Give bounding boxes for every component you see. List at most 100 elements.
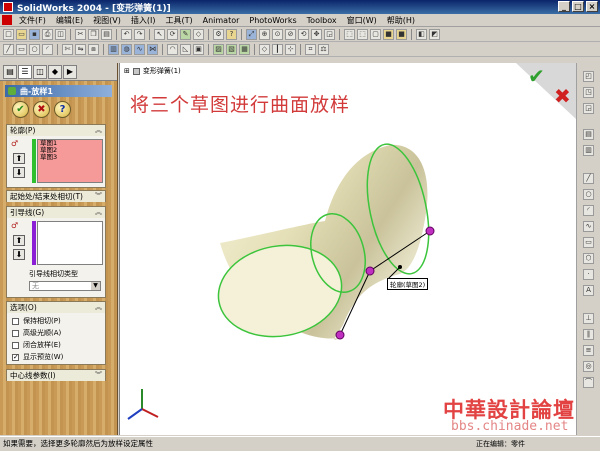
centerline-group[interactable]: 中心线参数(I) ︾ [6,369,106,381]
help-icon[interactable]: ? [226,28,237,40]
print-icon[interactable]: ⎙ [42,28,53,40]
sketch-tool-icon[interactable]: · [583,269,594,280]
chevron-up-icon[interactable]: ︽ [95,207,102,218]
cut-icon[interactable]: ✂ [75,28,86,40]
open-icon[interactable]: ▭ [16,28,27,40]
move-up-button[interactable]: ⬆ [13,153,25,164]
copy-icon[interactable]: ❐ [88,28,99,40]
paste-icon[interactable]: ▤ [101,28,112,40]
move-down-button[interactable]: ⬇ [13,167,25,178]
hidden-lines-removed-icon[interactable]: ▢ [370,28,381,40]
relation-icon[interactable]: ⊥ [583,313,594,324]
zoom-area-icon[interactable]: ⊕ [259,28,270,40]
sketch-tool-icon[interactable]: ○ [583,189,594,200]
menu-view[interactable]: 视图(V) [88,15,126,26]
select-icon[interactable]: ↖ [154,28,165,40]
print-preview-icon[interactable]: ◫ [55,28,66,40]
sketch-rect-icon[interactable]: ▭ [16,43,27,55]
configuration-manager-tab-icon[interactable]: ◫ [33,64,47,79]
feature-manager-tab-icon[interactable]: ▤ [3,64,17,79]
menu-toolbox[interactable]: Toolbox [302,16,342,25]
surface-knit-icon[interactable]: ▦ [239,43,250,55]
sweep-icon[interactable]: ∿ [134,43,145,55]
sketch-tool-icon[interactable]: ╱ [583,173,594,184]
hidden-lines-visible-icon[interactable]: ⬚ [357,28,368,40]
layer-icon[interactable]: ▤ [583,129,594,140]
help-button[interactable]: ? [54,101,71,118]
options-icon[interactable]: ⚙ [213,28,224,40]
view-icon[interactable]: ◰ [583,71,594,82]
fillet-icon[interactable]: ◠ [167,43,178,55]
section-view-icon[interactable]: ◧ [416,28,427,40]
sketch-icon[interactable]: ✎ [180,28,191,40]
chevron-up-icon[interactable]: ︽ [95,302,102,313]
relation-icon[interactable]: ∥ [583,329,594,340]
menu-edit[interactable]: 编辑(E) [51,15,88,26]
surface-extrude-icon[interactable]: ▨ [213,43,224,55]
menu-insert[interactable]: 插入(I) [126,15,161,26]
move-down-button[interactable]: ⬇ [13,249,25,260]
sketch-tool-icon[interactable]: ⬡ [583,253,594,264]
menu-photoworks[interactable]: PhotoWorks [244,16,301,25]
option-keep-tangency[interactable]: 保持相切(P) [12,316,61,326]
checkbox[interactable] [12,329,19,337]
menu-window[interactable]: 窗口(W) [342,15,382,26]
zoom-in-out-icon[interactable]: ⊙ [272,28,283,40]
profiles-list[interactable]: 草图1 草图2 草图3 [37,139,103,183]
guides-list[interactable] [37,221,103,265]
save-icon[interactable]: ▪ [29,28,40,40]
relation-icon[interactable]: ⌒ [583,377,594,388]
chevron-down-icon[interactable]: ︾ [95,191,102,202]
loft-surface-model[interactable] [120,63,576,435]
layer-icon[interactable]: ▥ [583,145,594,156]
sketch-tool-icon[interactable]: ◜ [583,205,594,216]
view-icon[interactable]: ◳ [583,87,594,98]
perspective-icon[interactable]: ◩ [429,28,440,40]
loft-icon[interactable]: ⋈ [147,43,158,55]
chevron-down-icon[interactable]: ︾ [95,370,102,381]
shell-icon[interactable]: ▣ [193,43,204,55]
sketch-tool-icon[interactable]: ∿ [583,221,594,232]
menu-tools[interactable]: 工具(T) [160,15,197,26]
relation-icon[interactable]: ≡ [583,345,594,356]
rebuild-icon[interactable]: ⟳ [167,28,178,40]
pan-icon[interactable]: ✥ [311,28,322,40]
relation-icon[interactable]: ◎ [583,361,594,372]
sketch-line-icon[interactable]: ╱ [3,43,14,55]
connector-point[interactable] [365,266,375,276]
wireframe-icon[interactable]: ⬚ [344,28,355,40]
graphics-area[interactable]: ⊞ 变形弹簧(1) 将三个草图进行曲面放样 ✔ ✖ 轮廓(草图2) [119,63,576,435]
revolve-icon[interactable]: ◍ [121,43,132,55]
checkbox[interactable] [12,341,19,349]
menu-help[interactable]: 帮助(H) [382,15,420,26]
photoworks-tab-icon[interactable]: ◆ [48,64,62,79]
sketch-circle-icon[interactable]: ○ [29,43,40,55]
smart-dimension-icon[interactable]: ◇ [193,28,204,40]
connector-point[interactable] [335,330,345,340]
view-icon[interactable]: ◲ [583,103,594,114]
view-orientation-icon[interactable]: ◲ [324,28,335,40]
reference-axis-icon[interactable]: ┃ [272,43,283,55]
undo-icon[interactable]: ↶ [121,28,132,40]
measure-icon[interactable]: ⌗ [305,43,316,55]
redo-icon[interactable]: ↷ [134,28,145,40]
checkbox[interactable] [12,317,19,325]
document-icon[interactable] [2,15,12,25]
option-show-preview[interactable]: ✓ 显示预览(W) [12,352,63,362]
guide-tangency-select[interactable]: 无 ▼ [29,281,101,291]
checkbox-checked[interactable]: ✓ [12,353,19,361]
cancel-button[interactable]: ✖ [33,101,50,118]
options-header[interactable]: 选项(O) ︽ [7,302,105,313]
sketch-tool-icon[interactable]: ▭ [583,237,594,248]
ok-button[interactable]: ✔ [12,101,29,118]
animator-tab-icon[interactable]: ▶ [63,64,77,79]
menu-file[interactable]: 文件(F) [14,15,51,26]
option-close-loft[interactable]: 闭合放样(E) [12,340,61,350]
dropdown-arrow-icon[interactable]: ▼ [91,282,100,290]
move-up-button[interactable]: ⬆ [13,235,25,246]
close-button[interactable]: × [586,1,598,12]
zoom-selection-icon[interactable]: ⊘ [285,28,296,40]
maximize-button[interactable]: □ [572,1,584,12]
sketch-tool-icon[interactable]: A [583,285,594,296]
mirror-icon[interactable]: ⇋ [75,43,86,55]
